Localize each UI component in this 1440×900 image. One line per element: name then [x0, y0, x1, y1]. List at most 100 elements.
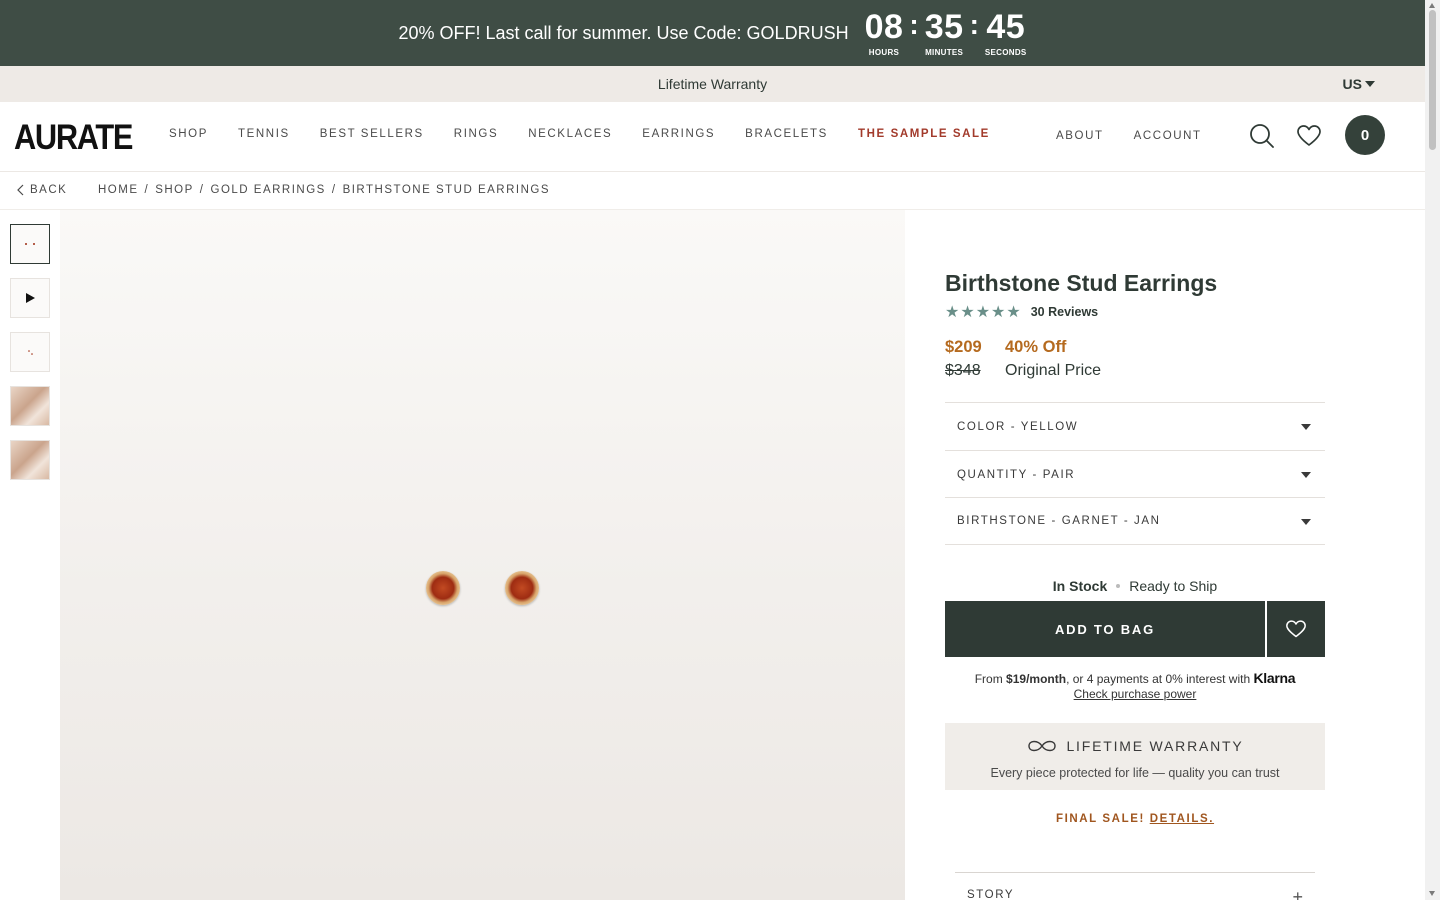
quantity-select[interactable]: QUANTITY - PAIR — [945, 450, 1325, 498]
bag-count: 0 — [1360, 126, 1370, 144]
stock-status: In Stock Ready to Ship — [945, 578, 1325, 594]
klarna-amount: $19/month — [1006, 672, 1067, 686]
promo-text: 20% OFF! Last call for summer. Use Code:… — [398, 22, 849, 43]
nav-earrings[interactable]: EARRINGS — [642, 128, 715, 140]
klarna-suffix: , or 4 payments at 0% interest with — [1066, 672, 1251, 686]
chevron-down-icon — [1365, 81, 1375, 87]
promo-banner: 20% OFF! Last call for summer. Use Code:… — [0, 0, 1425, 66]
final-sale-details-link[interactable]: DETAILS. — [1150, 813, 1214, 825]
original-price: $348 — [945, 362, 981, 379]
klarna-prefix: From — [974, 672, 1003, 686]
discount-label: 40% Off — [1005, 338, 1067, 356]
nav-shop[interactable]: SHOP — [169, 128, 208, 140]
add-to-bag-label: ADD TO BAG — [1054, 621, 1156, 637]
scrollbar[interactable] — [1425, 0, 1440, 900]
star-icon: ★ — [960, 304, 975, 321]
nav-about[interactable]: ABOUT — [1056, 130, 1104, 142]
product-title: Birthstone Stud Earrings — [945, 270, 1218, 296]
thumbnail-3[interactable] — [10, 332, 50, 372]
countdown-timer: 08 HOURS : 35 MINUTES : 45 SECONDS — [865, 8, 1027, 57]
timer-minutes-value: 35 — [924, 7, 964, 46]
breadcrumb-home[interactable]: HOME — [98, 184, 139, 196]
locale-selector[interactable]: US — [1343, 76, 1375, 92]
timer-hours: 08 HOURS — [865, 10, 904, 57]
reviews-link[interactable]: 30 Reviews — [1031, 305, 1098, 319]
chevron-left-icon — [17, 184, 24, 196]
timer-separator: : — [909, 8, 919, 40]
star-icon: ★ — [1006, 304, 1021, 321]
timer-seconds: 45 SECONDS — [985, 10, 1027, 57]
timer-minutes: 35 MINUTES — [925, 10, 964, 57]
locale-label: US — [1342, 76, 1362, 92]
breadcrumb-shop[interactable]: SHOP — [155, 184, 194, 196]
final-sale-label: FINAL SALE! — [1055, 813, 1145, 825]
klarna-logo: Klarna — [1253, 670, 1296, 686]
original-price-label: Original Price — [1005, 362, 1102, 379]
sale-price: $209 — [945, 338, 982, 356]
star-icon: ★ — [991, 304, 1006, 321]
warranty-title-label: LIFETIME WARRANTY — [1066, 738, 1244, 754]
thumbnail-video[interactable] — [10, 278, 50, 318]
scroll-up-arrow[interactable] — [1429, 3, 1435, 8]
story-label: STORY — [967, 889, 1015, 900]
nav-necklaces[interactable]: NECKLACES — [528, 128, 612, 140]
lifetime-warranty-box: LIFETIME WARRANTY Every piece protected … — [945, 723, 1325, 790]
main-nav: SHOP TENNIS BEST SELLERS RINGS NECKLACES… — [169, 128, 1020, 140]
in-stock-label: In Stock — [1052, 578, 1108, 594]
star-icon: ★ — [945, 304, 960, 321]
nav-tennis[interactable]: TENNIS — [238, 128, 290, 140]
timer-seconds-value: 45 — [986, 7, 1026, 46]
star-icon: ★ — [975, 304, 991, 321]
infinity-icon — [1028, 740, 1057, 752]
thumbnail-1[interactable] — [10, 224, 50, 264]
dot-separator — [1116, 583, 1121, 588]
chevron-down-icon — [1301, 519, 1311, 525]
bag-button[interactable]: 0 — [1345, 115, 1385, 155]
search-icon[interactable] — [1249, 123, 1275, 154]
timer-hours-label: HOURS — [868, 47, 900, 57]
scroll-down-arrow[interactable] — [1429, 891, 1435, 896]
heart-icon — [1286, 620, 1306, 638]
thumbnail-earrings-image — [25, 243, 35, 245]
scrollbar-thumb[interactable] — [1429, 10, 1436, 150]
nav-rings[interactable]: RINGS — [454, 128, 498, 140]
timer-separator: : — [969, 8, 979, 40]
quantity-select-label: QUANTITY - PAIR — [957, 468, 1076, 481]
rating[interactable]: ★ ★ ★ ★ ★ 30 Reviews — [945, 302, 1098, 322]
nav-sample-sale[interactable]: THE SAMPLE SALE — [858, 128, 990, 140]
secondary-nav: ABOUT ACCOUNT — [1056, 130, 1232, 142]
nav-account[interactable]: ACCOUNT — [1134, 130, 1202, 142]
color-select[interactable]: COLOR - YELLOW — [945, 402, 1325, 450]
thumbnail-model-1[interactable] — [10, 386, 50, 426]
wishlist-button[interactable] — [1267, 601, 1325, 657]
timer-hours-value: 08 — [864, 7, 904, 46]
breadcrumb-separator: / — [331, 184, 337, 196]
announcement-text: Lifetime Warranty — [657, 76, 768, 92]
site-header: AURATE SHOP TENNIS BEST SELLERS RINGS NE… — [0, 102, 1425, 172]
earring-stud-right — [505, 571, 539, 605]
thumbnail-model-2[interactable] — [10, 440, 50, 480]
color-select-label: COLOR - YELLOW — [957, 420, 1079, 433]
klarna-financing: From $19/month, or 4 payments at 0% inte… — [945, 670, 1325, 701]
breadcrumb: HOME / SHOP / GOLD EARRINGS / BIRTHSTONE… — [98, 184, 550, 196]
heart-icon[interactable] — [1296, 123, 1322, 154]
check-purchase-power-link[interactable]: Check purchase power — [1074, 687, 1197, 701]
product-main-image[interactable] — [60, 210, 905, 900]
chevron-down-icon — [1301, 472, 1311, 478]
back-label: BACK — [30, 184, 68, 196]
back-link[interactable]: BACK — [16, 184, 67, 196]
story-accordion[interactable]: STORY + — [955, 872, 1315, 900]
announcement-strip: Lifetime Warranty US — [0, 66, 1425, 102]
breadcrumb-separator: / — [144, 184, 150, 196]
add-to-bag-button[interactable]: ADD TO BAG — [945, 601, 1265, 657]
chevron-down-icon — [1301, 424, 1311, 430]
brand-logo[interactable]: AURATE — [14, 118, 133, 158]
nav-best-sellers[interactable]: BEST SELLERS — [320, 128, 424, 140]
nav-bracelets[interactable]: BRACELETS — [745, 128, 828, 140]
breadcrumb-gold-earrings[interactable]: GOLD EARRINGS — [211, 184, 326, 196]
breadcrumb-bar: BACK HOME / SHOP / GOLD EARRINGS / BIRTH… — [0, 172, 1425, 210]
birthstone-select[interactable]: BIRTHSTONE - GARNET - JAN — [945, 497, 1325, 545]
ready-to-ship-label: Ready to Ship — [1129, 578, 1218, 594]
breadcrumb-separator: / — [199, 184, 205, 196]
timer-seconds-label: SECONDS — [984, 47, 1027, 57]
